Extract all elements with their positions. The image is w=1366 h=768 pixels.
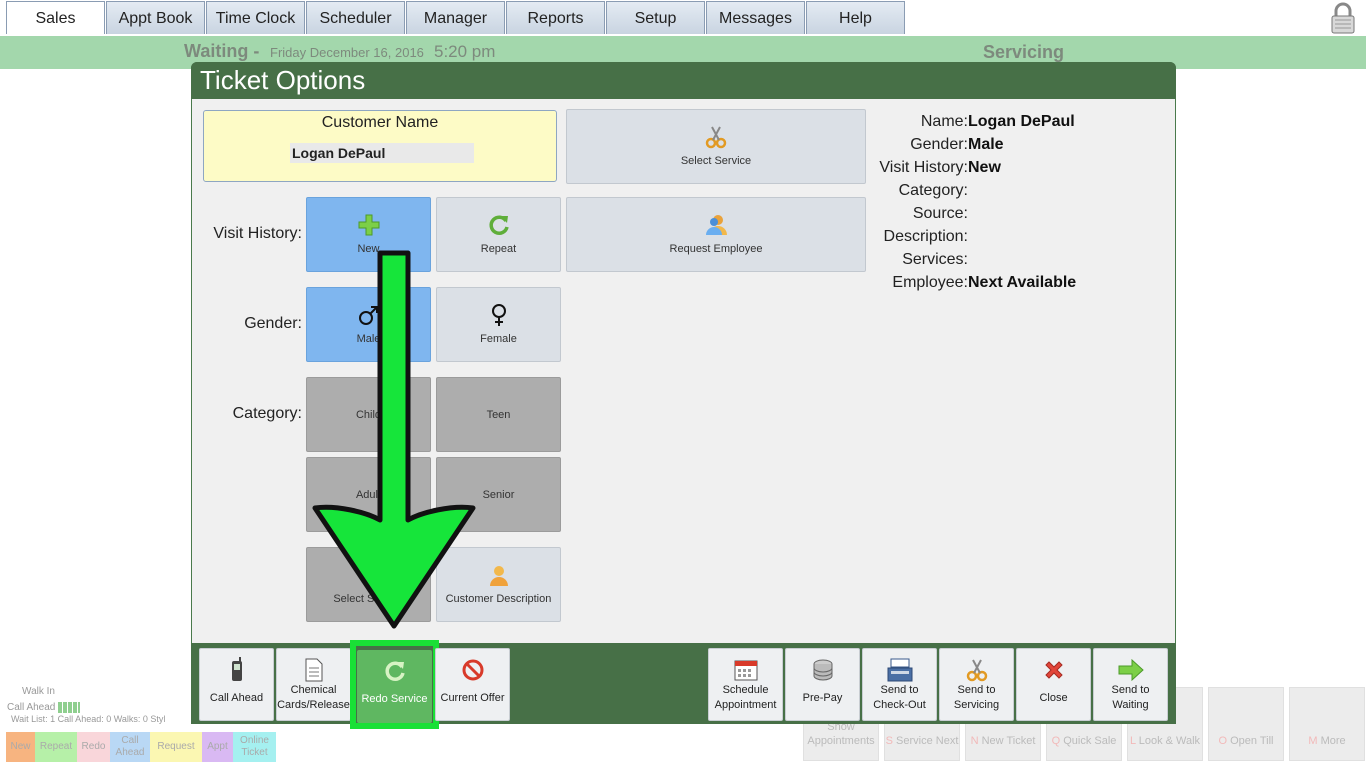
send-to-checkout-label: Send to Check-Out — [873, 684, 926, 711]
new-ticket-key: N — [970, 735, 979, 747]
current-date: Friday December 16, 2016 — [270, 45, 424, 60]
scissors-icon — [567, 124, 865, 150]
current-time: 5:20 pm — [434, 42, 496, 61]
summary-source-key: Source: — [912, 205, 968, 222]
chemical-cards-label: Chemical Cards/Release — [277, 684, 350, 711]
gender-label: Gender: — [244, 315, 302, 332]
summary-description-key: Description: — [883, 228, 968, 245]
request-employee-button[interactable]: Request Employee — [566, 197, 866, 272]
summary-visit-value: New — [968, 159, 1001, 176]
select-service-button[interactable]: Select Service — [566, 109, 866, 184]
request-employee-label: Request Employee — [669, 243, 763, 255]
tab-manager[interactable]: Manager — [406, 1, 505, 34]
send-to-servicing-label: Send to Servicing — [953, 684, 1000, 711]
coins-icon — [786, 657, 859, 683]
summary-category-key: Category: — [898, 182, 968, 199]
tab-appt-book[interactable]: Appt Book — [106, 1, 205, 34]
dialog-title: Ticket Options — [200, 65, 366, 95]
servicing-heading: Servicing — [983, 42, 1065, 62]
open-till-label: Open Till — [1230, 735, 1274, 747]
send-to-servicing-button[interactable]: Send to Servicing — [939, 648, 1014, 721]
no-icon — [436, 657, 509, 683]
top-navigation: Sales Appt Book Time Clock Scheduler Man… — [0, 0, 1366, 36]
more-button[interactable]: M More — [1289, 687, 1365, 761]
send-to-checkout-button[interactable]: Send to Check-Out — [862, 648, 937, 721]
summary-visit-key: Visit History: — [879, 159, 968, 176]
document-icon — [277, 657, 350, 683]
close-label: Close — [1039, 691, 1068, 704]
look-and-walk-key: L — [1129, 735, 1136, 747]
chemical-cards-button[interactable]: Chemical Cards/Release — [276, 648, 351, 721]
tab-messages[interactable]: Messages — [706, 1, 805, 34]
arrow-down-icon — [312, 250, 476, 629]
legend-redo: Redo — [77, 732, 110, 762]
tab-time-clock[interactable]: Time Clock — [206, 1, 305, 34]
calendar-icon — [709, 657, 782, 683]
quick-sale-key: Q — [1051, 735, 1061, 747]
summary-name-key: Name: — [920, 113, 968, 130]
send-to-waiting-button[interactable]: Send to Waiting — [1093, 648, 1168, 721]
lock-icon[interactable] — [1328, 2, 1358, 34]
pre-pay-button[interactable]: Pre-Pay — [785, 648, 860, 721]
pre-pay-label: Pre-Pay — [802, 691, 843, 704]
scissors-icon — [940, 657, 1013, 683]
call-ahead-label: Call Ahead — [7, 702, 56, 713]
refresh-icon — [437, 212, 560, 238]
summary-employee-key: Employee: — [892, 274, 968, 291]
current-offer-label: Current Offer — [440, 691, 505, 704]
summary-name-value: Logan DePaul — [968, 113, 1075, 130]
close-icon — [1017, 657, 1090, 683]
tab-help[interactable]: Help — [806, 1, 905, 34]
current-offer-button[interactable]: Current Offer — [435, 648, 510, 721]
more-label: More — [1320, 735, 1346, 747]
visit-history-label: Visit History: — [213, 225, 302, 242]
legend-new: New — [6, 732, 35, 762]
highlight-box — [350, 640, 439, 729]
tab-reports[interactable]: Reports — [506, 1, 605, 34]
legend-call-ahead: Call Ahead — [110, 732, 150, 762]
register-icon — [863, 657, 936, 683]
waiting-heading: Waiting - — [184, 41, 260, 61]
tab-scheduler[interactable]: Scheduler — [306, 1, 405, 34]
show-appointments-label: Show Appointments — [807, 721, 875, 747]
legend-request: Request — [150, 732, 202, 762]
phone-icon — [200, 657, 273, 683]
schedule-appointment-button[interactable]: Schedule Appointment — [708, 648, 783, 721]
legend-online-ticket: Online Ticket — [233, 732, 276, 762]
select-service-label: Select Service — [680, 155, 752, 167]
summary-gender-value: Male — [968, 136, 1004, 153]
call-ahead-label: Call Ahead — [209, 691, 264, 704]
quick-sale-label: Quick Sale — [1063, 735, 1117, 747]
call-ahead-bars — [58, 702, 80, 713]
tab-setup[interactable]: Setup — [606, 1, 705, 34]
schedule-appointment-label: Schedule Appointment — [714, 684, 777, 711]
summary-gender-key: Gender: — [910, 136, 968, 153]
plus-icon — [307, 212, 430, 238]
summary-employee-value: Next Available — [968, 274, 1077, 291]
wait-list-counts: Wait List: 1 Call Ahead: 0 Walks: 0 Styl — [11, 714, 166, 724]
call-ahead-button[interactable]: Call Ahead — [199, 648, 274, 721]
employee-icon — [567, 212, 865, 238]
customer-name-label: Customer Name — [321, 114, 439, 131]
tab-sales[interactable]: Sales — [6, 1, 105, 34]
close-button[interactable]: Close — [1016, 648, 1091, 721]
service-next-label: Service Next — [896, 735, 959, 747]
legend-appt: Appt — [202, 732, 233, 762]
walk-in-label: Walk In — [22, 686, 55, 697]
customer-name-input[interactable] — [290, 143, 474, 163]
arrow-right-icon — [1094, 657, 1167, 683]
look-and-walk-label: Look & Walk — [1138, 735, 1201, 747]
new-ticket-label: New Ticket — [981, 735, 1036, 747]
summary-services-key: Services: — [902, 251, 968, 268]
open-till-button[interactable]: O Open Till — [1208, 687, 1284, 761]
send-to-waiting-label: Send to Waiting — [1111, 684, 1150, 711]
more-key: M — [1308, 735, 1318, 747]
category-label: Category: — [232, 405, 302, 422]
open-till-key: O — [1218, 735, 1228, 747]
legend-repeat: Repeat — [35, 732, 77, 762]
service-next-key: S — [885, 735, 893, 747]
